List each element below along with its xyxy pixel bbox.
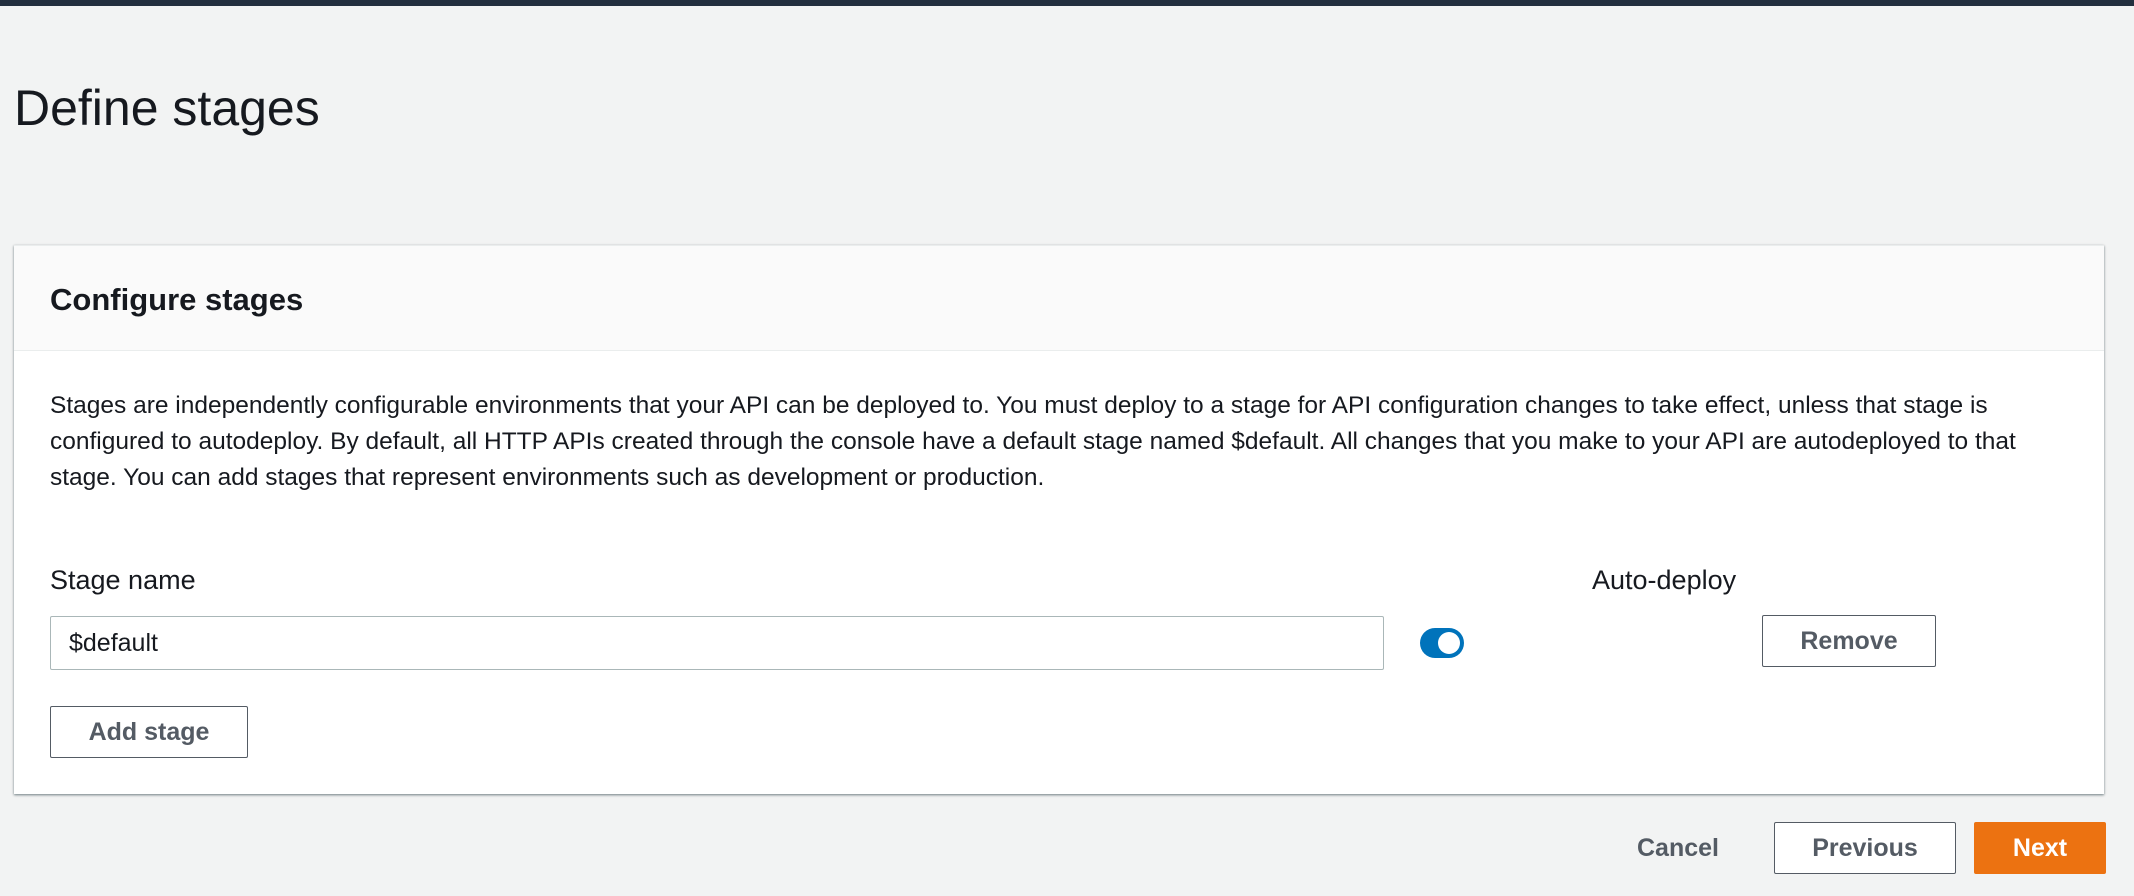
previous-button[interactable]: Previous [1774, 822, 1956, 874]
panel-header [14, 246, 2104, 351]
add-stage-button[interactable]: Add stage [50, 706, 248, 758]
stages-description: Stages are independently configurable en… [50, 392, 2016, 491]
configure-stages-panel: Configure stages Stages are independentl… [14, 245, 2104, 794]
auto-deploy-toggle[interactable] [1420, 628, 1464, 658]
remove-stage-button[interactable]: Remove [1762, 615, 1936, 667]
stage-name-input[interactable] [50, 616, 1384, 670]
toggle-knob [1438, 632, 1460, 654]
stage-name-label: Stage name [50, 565, 196, 595]
top-navigation-bar [0, 0, 2134, 6]
next-button[interactable]: Next [1974, 822, 2106, 874]
auto-deploy-label: Auto-deploy [1592, 565, 1737, 595]
cancel-button[interactable]: Cancel [1618, 822, 1738, 874]
panel-title: Configure stages [50, 282, 304, 317]
page-title: Define stages [14, 80, 320, 136]
